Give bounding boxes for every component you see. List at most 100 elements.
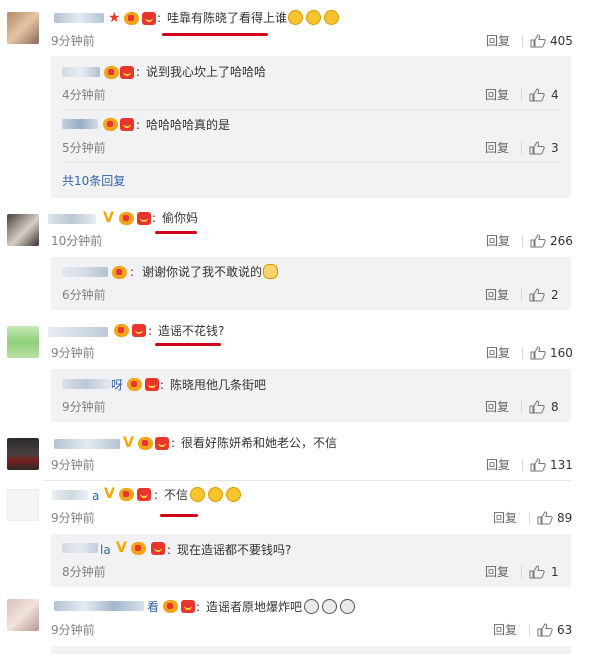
colon: : [136, 65, 141, 79]
like-count: 266 [550, 234, 573, 248]
red-envelope-badge-icon [132, 324, 146, 337]
like-count: 160 [550, 346, 573, 360]
thumb-up-icon[interactable] [529, 565, 545, 579]
like-count: 2 [551, 288, 559, 302]
like-count: 1 [551, 565, 559, 579]
timestamp: 10分钟前 [51, 234, 103, 248]
vip-v-icon: V [116, 540, 127, 556]
avatar[interactable] [7, 214, 39, 246]
divider-line [62, 162, 560, 163]
user-name-suffix[interactable]: la [100, 542, 111, 558]
skull-emoji-icon [322, 599, 337, 614]
timestamp: 9分钟前 [51, 458, 95, 472]
reply-button[interactable]: 回复 [493, 510, 517, 526]
comment-text: 造谣者原地爆炸吧 [206, 600, 303, 614]
user-name[interactable] [62, 67, 100, 77]
reply-button[interactable]: 回复 [486, 33, 510, 49]
reply-button[interactable]: 回复 [485, 564, 509, 580]
reply-button[interactable]: 回复 [486, 345, 510, 361]
timestamp: 5分钟前 [62, 141, 106, 155]
emoji-icon [306, 10, 321, 25]
user-name[interactable] [48, 214, 96, 224]
emoji-icon [288, 10, 303, 25]
thumb-up-icon[interactable] [530, 34, 546, 48]
divider [522, 459, 523, 471]
colon: : [130, 265, 135, 279]
reply-button[interactable]: 回复 [493, 622, 517, 638]
divider [521, 566, 522, 578]
divider-line [44, 480, 571, 481]
reply-button[interactable]: 回复 [485, 87, 509, 103]
red-envelope-badge-icon [120, 66, 134, 79]
reply-button[interactable]: 回复 [486, 233, 510, 249]
user-name[interactable] [54, 439, 120, 449]
emoji-icon [226, 487, 241, 502]
like-count: 3 [551, 141, 559, 155]
avatar[interactable] [7, 326, 39, 358]
timestamp: 9分钟前 [51, 511, 95, 525]
reply-button[interactable]: 回复 [485, 399, 509, 415]
emoji-icon [324, 10, 339, 25]
cat-emoji-icon [263, 264, 278, 279]
avatar[interactable] [7, 438, 39, 470]
emoji-icon [208, 487, 223, 502]
thumb-up-icon[interactable] [530, 458, 546, 472]
timestamp: 9分钟前 [62, 400, 106, 414]
thumb-up-icon[interactable] [529, 141, 545, 155]
divider [521, 401, 522, 413]
user-name[interactable] [54, 13, 104, 23]
comment-text: 偷你妈 [162, 211, 199, 225]
red-envelope-badge-icon [137, 488, 151, 501]
timestamp: 6分钟前 [62, 288, 106, 302]
user-name[interactable] [62, 119, 98, 129]
divider [522, 35, 523, 47]
divider [522, 235, 523, 247]
like-count: 63 [557, 623, 573, 637]
avatar[interactable] [7, 489, 39, 521]
skull-emoji-icon [304, 599, 319, 614]
timestamp: 4分钟前 [62, 88, 106, 102]
thumb-up-icon[interactable] [537, 623, 553, 637]
divider [529, 512, 530, 524]
avatar[interactable] [7, 12, 39, 44]
timestamp: 9分钟前 [51, 34, 95, 48]
user-name[interactable] [52, 490, 88, 500]
divider [521, 142, 522, 154]
thumb-up-icon[interactable] [530, 234, 546, 248]
like-count: 89 [557, 511, 573, 525]
medal-badge-icon [104, 66, 119, 79]
reply-button[interactable]: 回复 [486, 457, 510, 473]
avatar[interactable] [7, 599, 39, 631]
user-name[interactable] [62, 543, 98, 553]
view-more-replies-link[interactable]: 共10条回复 [62, 173, 125, 189]
thumb-up-icon[interactable] [529, 400, 545, 414]
thumb-up-icon[interactable] [529, 88, 545, 102]
like-count: 4 [551, 88, 559, 102]
user-name[interactable] [48, 327, 108, 337]
reply-button[interactable]: 回复 [485, 140, 509, 156]
user-name-suffix[interactable]: 看 [147, 599, 159, 615]
reply-text: 陈晓甩他几条街吧 [170, 378, 267, 392]
star-icon: ★ [108, 10, 121, 26]
medal-badge-icon [131, 542, 146, 555]
skull-emoji-icon [340, 599, 355, 614]
thumb-up-icon[interactable] [537, 511, 553, 525]
like-count: 405 [550, 34, 573, 48]
highlight-underline [162, 33, 268, 36]
reply-text: 哈哈哈哈真的是 [146, 118, 231, 132]
timestamp: 8分钟前 [62, 565, 106, 579]
user-name[interactable] [62, 267, 108, 277]
thumb-up-icon[interactable] [529, 288, 545, 302]
reply-button[interactable]: 回复 [485, 287, 509, 303]
reply-text: 现在造谣都不要钱吗? [177, 543, 292, 557]
user-name[interactable] [62, 379, 110, 389]
emoji-icon [190, 487, 205, 502]
user-name-suffix[interactable]: a [92, 488, 99, 504]
red-envelope-badge-icon [181, 600, 195, 613]
thumb-up-icon[interactable] [530, 346, 546, 360]
divider [529, 624, 530, 636]
user-name[interactable] [54, 601, 144, 611]
medal-badge-icon [127, 378, 142, 391]
user-name-suffix[interactable]: 呀 [111, 377, 123, 393]
medal-badge-icon [138, 437, 153, 450]
